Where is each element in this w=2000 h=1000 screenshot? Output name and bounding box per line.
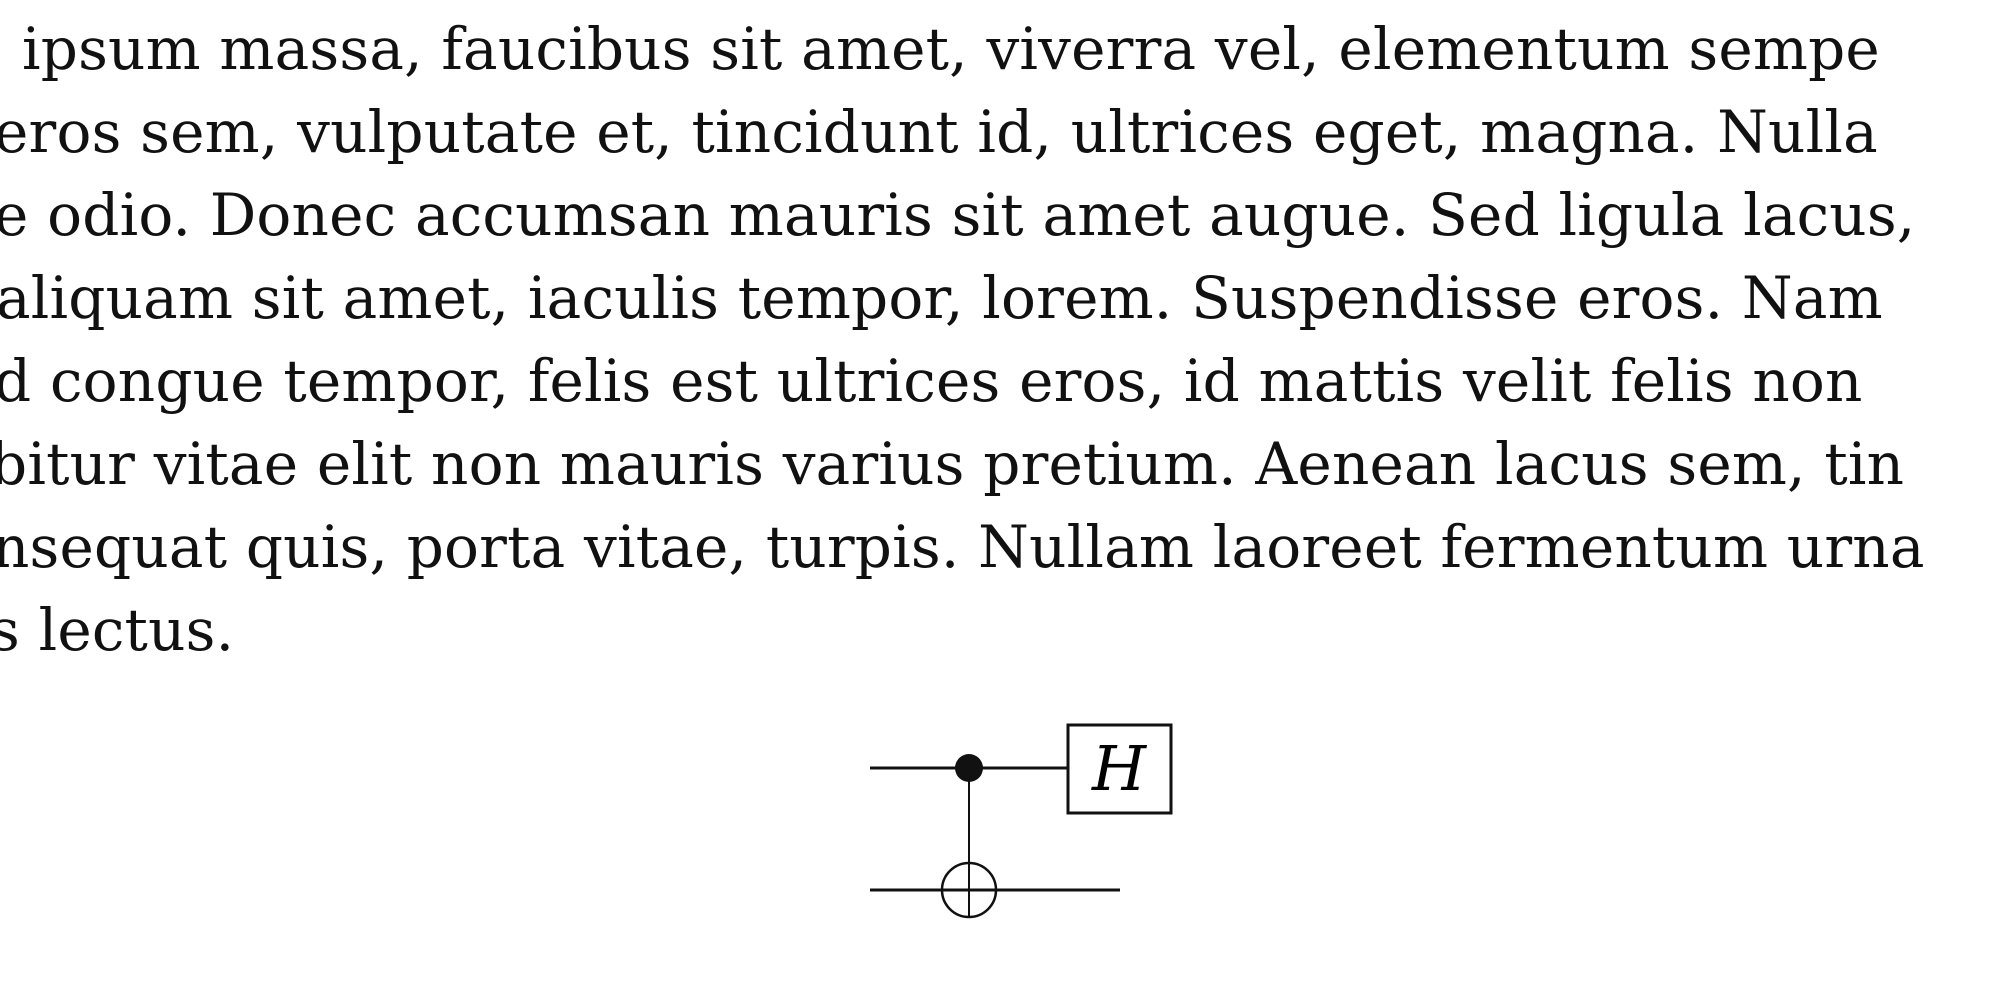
quantum-circuit-diagram: H (870, 723, 1173, 919)
document-page: ipsum massa, faucibus sit amet, viverra … (0, 0, 2000, 1000)
paragraph-line-6: bitur vitae elit non mauris varius preti… (0, 430, 1905, 498)
paragraph-line-2: eros sem, vulputate et, tincidunt id, ul… (0, 98, 1878, 166)
paragraph-line-4: aliquam sit amet, iaculis tempor, lorem.… (0, 264, 1883, 332)
paragraph-line-1: ipsum massa, faucibus sit amet, viverra … (22, 15, 1880, 83)
paragraph-line-8: s lectus. (0, 596, 235, 664)
paragraph-line-5: d congue tempor, felis est ultrices eros… (0, 347, 1863, 415)
paragraph-line-7: nsequat quis, porta vitae, turpis. Nulla… (0, 513, 1925, 581)
paragraph-line-3: e odio. Donec accumsan mauris sit amet a… (0, 181, 1916, 249)
hadamard-gate-label: H (1091, 732, 1148, 805)
control-dot (955, 754, 983, 782)
